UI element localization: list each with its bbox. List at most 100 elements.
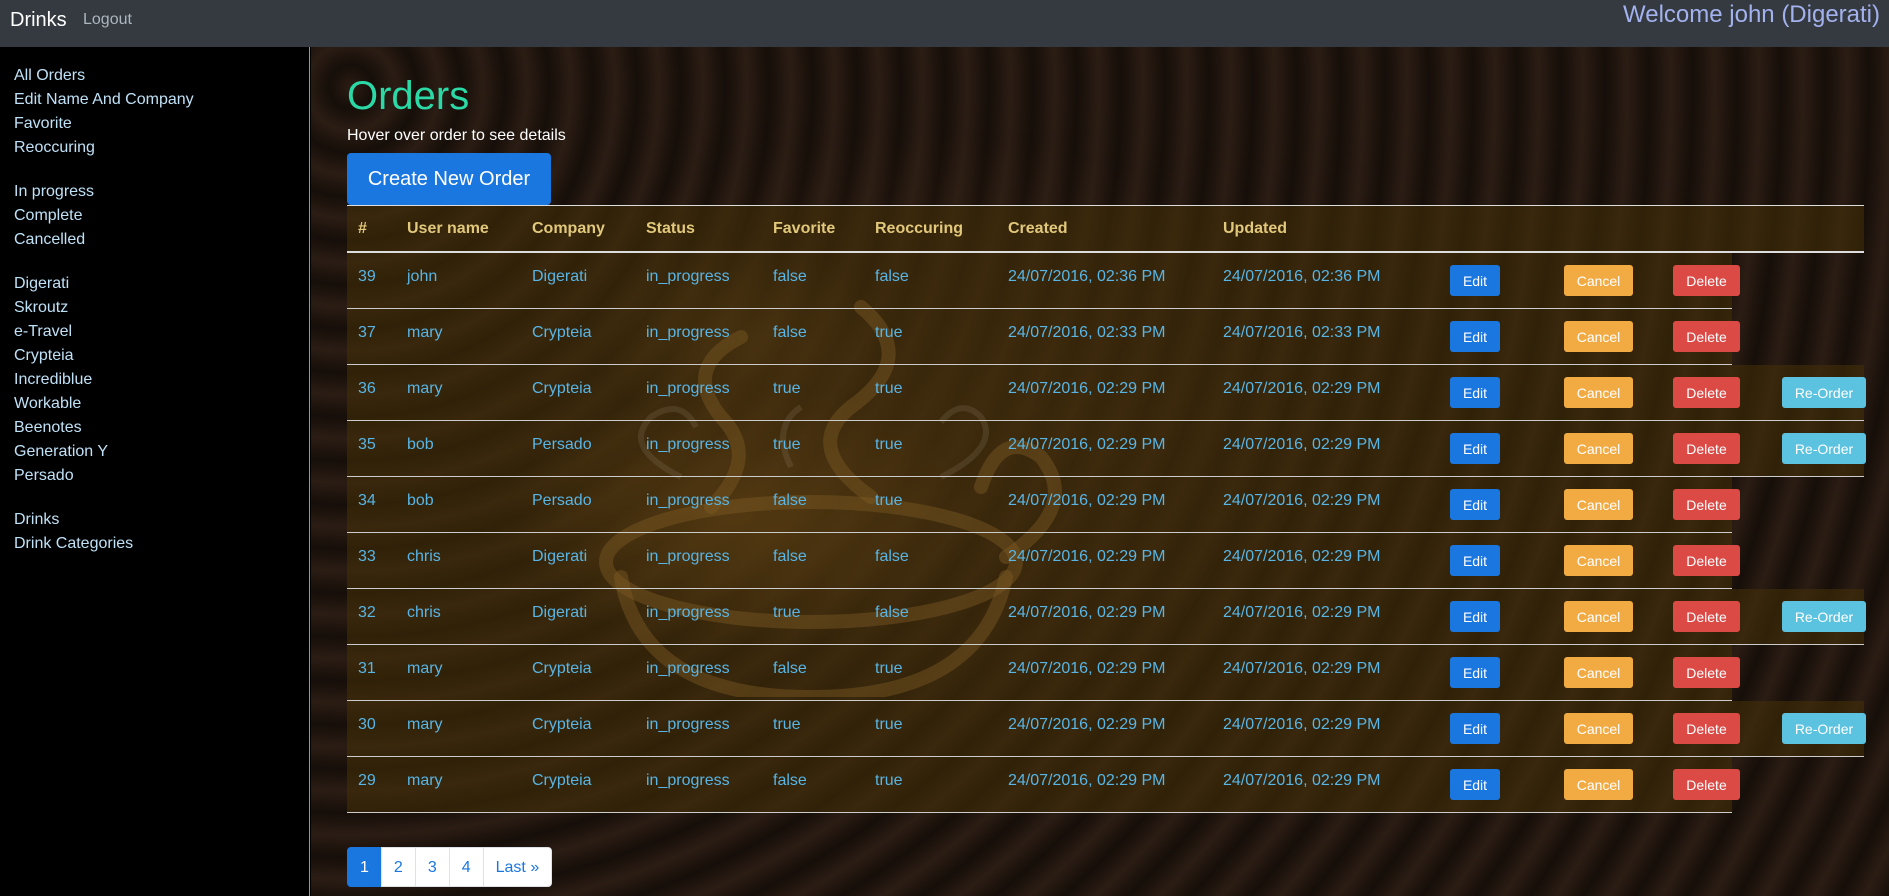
page-2-button[interactable]: 2 xyxy=(380,847,416,887)
cancel-button[interactable]: Cancel xyxy=(1564,769,1633,800)
table-row[interactable]: 33 chris Digerati in_progress false false 24/0… xyxy=(347,533,1864,589)
cell-status: in_progress xyxy=(646,268,730,285)
cell-created: 24/07/2016, 02:33 PM xyxy=(1008,324,1166,341)
sidebar-item-persado[interactable]: Persado xyxy=(14,464,108,488)
delete-button[interactable]: Delete xyxy=(1673,433,1740,464)
cell-updated: 24/07/2016, 02:29 PM xyxy=(1223,716,1381,733)
cancel-button[interactable]: Cancel xyxy=(1564,657,1633,688)
cell-id: 37 xyxy=(358,324,376,341)
re-order-button[interactable]: Re-Order xyxy=(1782,601,1866,632)
table-row[interactable]: 36 mary Crypteia in_progress true true 24/07/2… xyxy=(347,365,1866,421)
cell-status: in_progress xyxy=(646,436,730,453)
sidebar-group-drinks: Drinks Drink Categories xyxy=(14,508,133,556)
sidebar-item-reoccuring[interactable]: Reoccuring xyxy=(14,136,194,160)
cancel-button[interactable]: Cancel xyxy=(1564,601,1633,632)
sidebar-item-e-travel[interactable]: e-Travel xyxy=(14,320,108,344)
table-row[interactable]: 35 bob Persado in_progress true true 24/07/201… xyxy=(347,421,1866,477)
table-row[interactable]: 32 chris Digerati in_progress true false 24/07… xyxy=(347,589,1866,645)
edit-button[interactable]: Edit xyxy=(1450,769,1500,800)
cancel-button[interactable]: Cancel xyxy=(1564,433,1633,464)
edit-button[interactable]: Edit xyxy=(1450,601,1500,632)
cancel-button[interactable]: Cancel xyxy=(1564,321,1633,352)
cancel-button[interactable]: Cancel xyxy=(1564,265,1633,296)
re-order-button[interactable]: Re-Order xyxy=(1782,713,1866,744)
sidebar-item-cancelled[interactable]: Cancelled xyxy=(14,228,94,252)
cell-updated: 24/07/2016, 02:29 PM xyxy=(1223,548,1381,565)
sidebar-item-workable[interactable]: Workable xyxy=(14,392,108,416)
sidebar-item-favorite[interactable]: Favorite xyxy=(14,112,194,136)
delete-button[interactable]: Delete xyxy=(1673,265,1740,296)
table-row[interactable]: 39 john Digerati in_progress false false 24/07… xyxy=(347,253,1864,309)
cancel-button[interactable]: Cancel xyxy=(1564,713,1633,744)
sidebar-item-incrediblue[interactable]: Incrediblue xyxy=(14,368,108,392)
cell-created: 24/07/2016, 02:29 PM xyxy=(1008,548,1166,565)
edit-button[interactable]: Edit xyxy=(1450,377,1500,408)
delete-button[interactable]: Delete xyxy=(1673,713,1740,744)
cell-updated: 24/07/2016, 02:29 PM xyxy=(1223,492,1381,509)
cell-favorite: true xyxy=(773,380,801,397)
cancel-button[interactable]: Cancel xyxy=(1564,545,1633,576)
sidebar-item-in-progress[interactable]: In progress xyxy=(14,180,94,204)
delete-button[interactable]: Delete xyxy=(1673,377,1740,408)
sidebar-item-skroutz[interactable]: Skroutz xyxy=(14,296,108,320)
edit-button[interactable]: Edit xyxy=(1450,433,1500,464)
cell-updated: 24/07/2016, 02:29 PM xyxy=(1223,772,1381,789)
re-order-button[interactable]: Re-Order xyxy=(1782,433,1866,464)
welcome-text: Welcome john (Digerati) xyxy=(1623,1,1880,28)
sidebar-item-all-orders[interactable]: All Orders xyxy=(14,64,194,88)
page-1-button[interactable]: 1 xyxy=(347,847,382,887)
re-order-button[interactable]: Re-Order xyxy=(1782,377,1866,408)
edit-button[interactable]: Edit xyxy=(1450,545,1500,576)
sidebar-item-crypteia[interactable]: Crypteia xyxy=(14,344,108,368)
table-row[interactable]: 34 bob Persado in_progress false true 24/07/20… xyxy=(347,477,1864,533)
cell-id: 36 xyxy=(358,380,376,397)
cell-reoccuring: true xyxy=(875,324,903,341)
cell-id: 39 xyxy=(358,268,376,285)
edit-button[interactable]: Edit xyxy=(1450,265,1500,296)
edit-button[interactable]: Edit xyxy=(1450,657,1500,688)
table-row[interactable]: 37 mary Crypteia in_progress false true 24/07/… xyxy=(347,309,1864,365)
sidebar-item-drinks[interactable]: Drinks xyxy=(14,508,133,532)
delete-button[interactable]: Delete xyxy=(1673,321,1740,352)
page-last-button[interactable]: Last » xyxy=(482,847,553,887)
edit-button[interactable]: Edit xyxy=(1450,713,1500,744)
cell-status: in_progress xyxy=(646,548,730,565)
table-row[interactable]: 29 mary Crypteia in_progress false true 24/07/… xyxy=(347,757,1864,813)
create-new-order-button[interactable]: Create New Order xyxy=(347,153,551,205)
cell-status: in_progress xyxy=(646,604,730,621)
sidebar-item-digerati[interactable]: Digerati xyxy=(14,272,108,296)
table-row[interactable]: 30 mary Crypteia in_progress true true 24/07/2… xyxy=(347,701,1866,757)
cell-status: in_progress xyxy=(646,324,730,341)
cell-status: in_progress xyxy=(646,772,730,789)
delete-button[interactable]: Delete xyxy=(1673,601,1740,632)
edit-button[interactable]: Edit xyxy=(1450,321,1500,352)
cell-company: Crypteia xyxy=(532,324,592,341)
sidebar-item-edit-name-company[interactable]: Edit Name And Company xyxy=(14,88,194,112)
sidebar-item-complete[interactable]: Complete xyxy=(14,204,94,228)
sidebar-item-drink-categories[interactable]: Drink Categories xyxy=(14,532,133,556)
cell-user-name: bob xyxy=(407,492,434,509)
delete-button[interactable]: Delete xyxy=(1673,657,1740,688)
sidebar-item-generation-y[interactable]: Generation Y xyxy=(14,440,108,464)
cell-user-name: bob xyxy=(407,436,434,453)
page-title: Orders xyxy=(347,74,470,118)
cell-id: 30 xyxy=(358,716,376,733)
page-4-button[interactable]: 4 xyxy=(448,847,484,887)
delete-button[interactable]: Delete xyxy=(1673,545,1740,576)
header-company: Company xyxy=(532,220,605,237)
header-created: Created xyxy=(1008,220,1068,237)
cell-updated: 24/07/2016, 02:36 PM xyxy=(1223,268,1381,285)
edit-button[interactable]: Edit xyxy=(1450,489,1500,520)
sidebar-item-beenotes[interactable]: Beenotes xyxy=(14,416,108,440)
logout-link[interactable]: Logout xyxy=(83,11,132,29)
brand-link[interactable]: Drinks xyxy=(10,9,67,32)
table-row[interactable]: 31 mary Crypteia in_progress false true 24/07/… xyxy=(347,645,1864,701)
delete-button[interactable]: Delete xyxy=(1673,769,1740,800)
cell-favorite: false xyxy=(773,660,807,677)
cancel-button[interactable]: Cancel xyxy=(1564,489,1633,520)
cell-created: 24/07/2016, 02:29 PM xyxy=(1008,660,1166,677)
cancel-button[interactable]: Cancel xyxy=(1564,377,1633,408)
table-body: 39 john Digerati in_progress false false 24/07… xyxy=(347,253,1866,813)
delete-button[interactable]: Delete xyxy=(1673,489,1740,520)
page-3-button[interactable]: 3 xyxy=(414,847,450,887)
